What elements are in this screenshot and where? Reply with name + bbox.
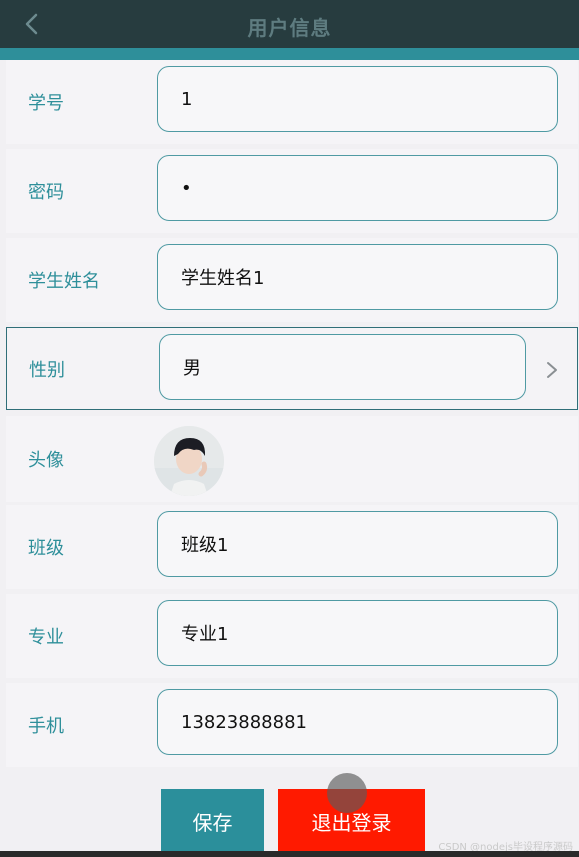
avatar-label: 头像 [28,450,64,471]
phone-input[interactable]: 13823888881 [157,689,558,755]
student-name-input[interactable]: 学生姓名1 [157,244,558,310]
row-phone: 手机 13823888881 [6,683,578,767]
password-label: 密码 [28,182,64,203]
page-title: 用户信息 [247,16,332,40]
class-input[interactable]: 班级1 [157,511,558,577]
major-input[interactable]: 专业1 [157,600,558,666]
password-input[interactable]: • [157,155,558,221]
header-bar: 用户信息 [0,0,579,60]
row-major: 专业 专业1 [6,594,578,678]
row-student-name: 学生姓名 学生姓名1 [6,238,578,322]
bottom-edge-bar [0,851,579,857]
row-password: 密码 • [6,149,578,233]
save-button[interactable]: 保存 [161,789,264,853]
row-gender[interactable]: 性别 男 [6,327,578,410]
app-frame: 用户信息 学号 1 密码 • 学生姓名 学生姓名1 性别 男 头像 班级 班级1… [0,0,579,857]
student-id-label: 学号 [28,93,64,114]
class-label: 班级 [28,538,64,559]
touch-indicator [327,773,367,813]
avatar[interactable] [154,426,224,496]
header-accent-strip [0,48,579,60]
chevron-right-icon[interactable] [545,360,559,380]
student-id-input[interactable]: 1 [157,66,558,132]
major-label: 专业 [28,627,64,648]
avatar-portrait-image [154,426,224,496]
row-class: 班级 班级1 [6,505,578,589]
row-avatar: 头像 [6,416,578,502]
student-name-label: 学生姓名 [28,271,100,292]
gender-select[interactable]: 男 [159,334,526,400]
gender-label: 性别 [29,359,65,381]
row-student-id: 学号 1 [6,60,578,144]
phone-label: 手机 [28,716,64,737]
